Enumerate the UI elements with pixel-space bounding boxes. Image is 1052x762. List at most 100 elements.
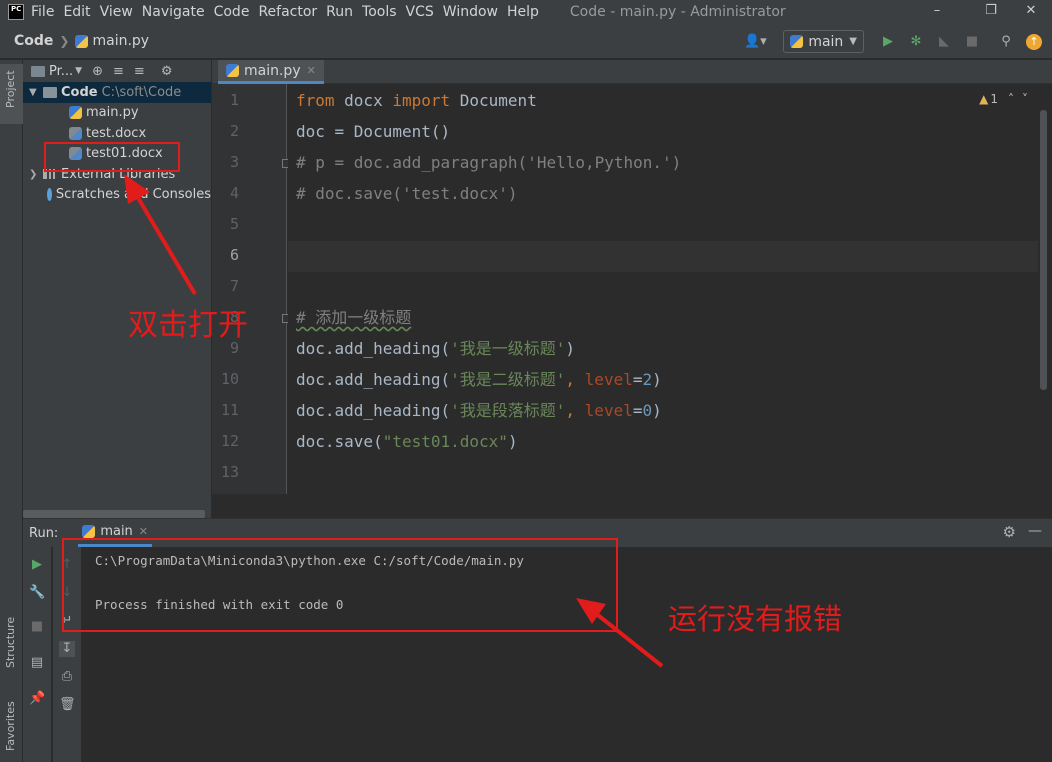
close-icon[interactable]: ✕ [307,64,316,77]
file-name: main.py [86,105,139,121]
menu-file[interactable]: File [31,4,54,20]
run-config-selector[interactable]: main ▼ [783,30,864,53]
code-editor[interactable]: ▲ 1 ˄ ˅ from docx import Document doc = … [288,84,1038,494]
annotation-box-console [62,538,618,632]
project-tool-tab[interactable]: Project [0,64,23,124]
code-line-4: # doc.save('test.docx') [296,184,518,203]
chevron-down-icon[interactable]: ▼ [75,66,82,76]
python-file-icon [69,106,82,120]
code-line-8: # 添加一级标题 [296,308,412,327]
tree-file-test-docx[interactable]: test.docx [23,123,211,144]
left-tool-strip: Project Structure Favorites [0,60,23,762]
minimize-panel-icon[interactable]: — [1028,523,1042,539]
breadcrumb-separator-icon: ❯ [59,34,70,48]
python-file-icon [75,34,89,48]
editor-bottom-area [212,494,1052,518]
debug-icon[interactable]: ✻ [906,32,926,52]
menu-refactor[interactable]: Refactor [258,4,317,20]
line-number: 2 [229,122,239,140]
search-icon[interactable]: ⚲ [996,32,1016,52]
close-icon[interactable]: ✕ [139,525,148,538]
tree-file-main-py[interactable]: main.py [23,103,211,124]
root-name: Code [61,84,98,100]
horizontal-scrollbar[interactable] [23,510,205,518]
rerun-icon[interactable]: ▶ [29,557,45,573]
code-line-3: # p = doc.add_paragraph('Hello,Python.') [296,153,682,172]
locate-icon[interactable]: ⊕ [92,64,103,79]
tree-scratches[interactable]: Scratches and Consoles [23,185,211,206]
breadcrumb-project[interactable]: Code [14,33,53,49]
root-path: C:\soft\Code [101,84,182,100]
favorites-tab-label: Favorites [4,701,17,751]
warning-icon: ▲ [979,92,989,106]
chevron-down-icon[interactable]: ˅ [1022,92,1028,106]
menu-navigate[interactable]: Navigate [142,4,205,20]
favorites-tool-tab[interactable]: Favorites [0,685,23,755]
file-name: test.docx [86,125,147,141]
menu-code[interactable]: Code [214,4,250,20]
chevron-down-icon[interactable]: ▼ [29,87,43,98]
structure-tool-tab[interactable]: Structure [0,600,23,670]
menu-view[interactable]: View [100,4,133,20]
run-label: Run: [29,525,59,541]
pycharm-logo-icon: PC [8,4,24,20]
line-number: 13 [220,463,239,481]
update-icon[interactable]: ↑ [1024,32,1044,52]
menu-edit[interactable]: Edit [63,4,90,20]
user-icon[interactable]: 👤▾ [741,32,769,52]
annotation-box-file [44,142,180,172]
gear-icon[interactable]: ⚙ [1003,523,1016,541]
code-line-9: doc.add_heading('我是一级标题') [296,339,576,358]
chevron-up-icon[interactable]: ˄ [1008,92,1014,106]
menu-tools[interactable]: Tools [362,4,397,20]
print-icon[interactable]: ⎙ [59,669,75,685]
menu-window[interactable]: Window [443,4,498,20]
line-number: 3 [229,153,239,171]
code-line-12: doc.save("test01.docx") [296,432,518,451]
layout-icon[interactable]: ▤ [29,655,45,671]
editor-tab-main-py[interactable]: main.py ✕ [218,60,324,84]
code-line-11: doc.add_heading('我是段落标题', level=0) [296,401,662,420]
line-number: 4 [229,184,239,202]
close-window-icon[interactable]: ✕ [1008,0,1052,24]
gear-icon[interactable]: ⚙ [161,64,173,79]
line-number: 5 [229,215,239,233]
scroll-to-end-icon[interactable]: ↧ [59,641,75,657]
structure-tab-label: Structure [4,616,17,668]
toolbar: 👤▾ main ▼ ▶ ✻ ◣ ■ ⚲ ↑ [733,24,1044,59]
minimize-icon[interactable]: – [914,0,960,24]
editor-tab-label: main.py [244,62,301,79]
pin-icon[interactable]: 📌 [29,691,45,707]
navigation-bar: Code ❯ main.py 👤▾ main ▼ ▶ ✻ ◣ ■ ⚲ ↑ [0,24,1052,59]
chevron-down-icon: ▼ [849,36,857,47]
run-tab-label: main [100,524,133,539]
menu-bar: PC File Edit View Navigate Code Refactor… [0,0,1052,24]
stop-icon[interactable]: ■ [962,32,982,52]
run-icon[interactable]: ▶ [878,32,898,52]
menu-vcs[interactable]: VCS [406,4,434,20]
project-view-icon [31,65,45,77]
wrench-icon[interactable]: 🔧 [29,585,45,601]
breadcrumb-file[interactable]: main.py [92,33,149,49]
project-view-label[interactable]: Pr... [49,64,73,79]
collapse-all-icon[interactable]: ≡ [134,64,145,79]
tree-root-code[interactable]: ▼ Code C:\soft\Code [23,82,211,103]
editor-gutter: 1 2 3 4 5 6 7 8 9 10 11 12 13 [212,84,291,494]
inspection-widget[interactable]: ▲ 1 ˄ ˅ [979,92,1028,106]
project-panel-header: Pr... ▼ ⊕ ≡ ≡ ⚙ [23,60,211,82]
scratches-icon [47,188,52,202]
annotation-double-click: 双击打开 [128,308,248,343]
line-number: 12 [220,432,239,450]
docx-file-icon [69,126,82,140]
stop-icon[interactable]: ■ [29,619,45,635]
chevron-right-icon[interactable]: ❯ [29,169,43,180]
editor-vertical-scrollbar[interactable] [1040,110,1047,390]
coverage-icon[interactable]: ◣ [934,32,954,52]
menu-run[interactable]: Run [326,4,353,20]
trash-icon[interactable]: 🗑 [59,697,76,713]
project-panel: Pr... ▼ ⊕ ≡ ≡ ⚙ ▼ Code C:\soft\Code main… [23,60,212,518]
menu-help[interactable]: Help [507,4,539,20]
expand-all-icon[interactable]: ≡ [113,64,124,79]
inspection-count: 1 [990,92,998,106]
code-line-1: from docx import Document [296,91,537,110]
